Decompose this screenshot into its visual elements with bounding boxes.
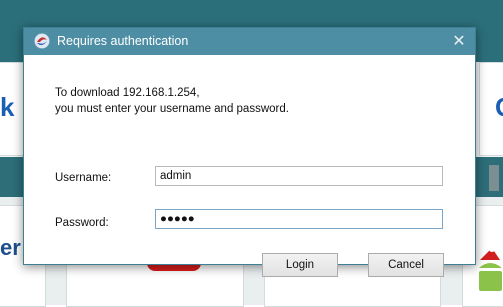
password-label: Password: <box>55 217 109 229</box>
background-side-button <box>489 165 499 191</box>
message-line-1: To download 192.168.1.254, <box>55 87 200 99</box>
dialog-message: To download 192.168.1.254, you must ente… <box>55 85 289 117</box>
cancel-button[interactable]: Cancel <box>368 253 444 277</box>
background-letter-right: G <box>495 92 503 123</box>
dialog-body: To download 192.168.1.254, you must ente… <box>24 55 475 277</box>
background-android-icon <box>477 246 503 291</box>
close-icon[interactable]: ✕ <box>449 32 469 51</box>
dialog-titlebar[interactable]: Requires authentication ✕ <box>24 28 475 55</box>
password-input[interactable] <box>155 209 443 229</box>
username-label: Username: <box>55 172 112 184</box>
username-input[interactable] <box>155 166 443 186</box>
browser-app-icon <box>34 33 50 49</box>
background-text-left: er <box>0 235 21 260</box>
login-button[interactable]: Login <box>262 253 338 277</box>
message-line-2: you must enter your username and passwor… <box>55 103 289 115</box>
auth-dialog: Requires authentication ✕ To download 19… <box>23 27 476 277</box>
dialog-title: Requires authentication <box>57 34 189 48</box>
background-letter-left: k <box>0 92 15 122</box>
